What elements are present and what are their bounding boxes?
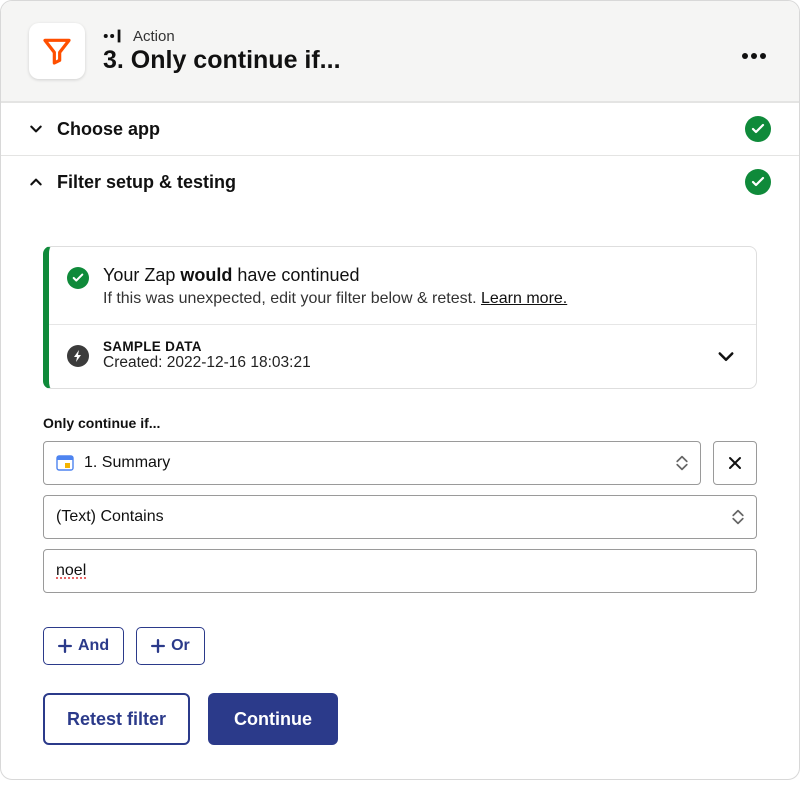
- check-icon: [67, 267, 89, 289]
- status-complete-icon: [745, 169, 771, 195]
- action-editor-panel: Action 3. Only continue if... Choose app: [0, 0, 800, 780]
- sample-data-heading: SAMPLE DATA: [103, 339, 702, 354]
- section-label: Choose app: [57, 119, 733, 140]
- logic-row: And Or: [43, 627, 757, 665]
- plus-icon: [58, 639, 72, 653]
- close-icon: [727, 455, 743, 471]
- chevron-up-icon: [29, 175, 43, 189]
- test-result-subtext: If this was unexpected, edit your filter…: [103, 290, 567, 308]
- sample-data-created: Created: 2022-12-16 18:03:21: [103, 354, 702, 372]
- more-menu-button[interactable]: [737, 31, 771, 71]
- filter-rule: 1. Summary (Text) Contains: [43, 441, 757, 593]
- filter-icon: [41, 35, 73, 67]
- rule-field-label: 1. Summary: [84, 454, 674, 472]
- learn-more-link[interactable]: Learn more.: [481, 290, 567, 307]
- retest-filter-button[interactable]: Retest filter: [43, 693, 190, 745]
- add-or-button[interactable]: Or: [136, 627, 205, 665]
- continue-button[interactable]: Continue: [208, 693, 338, 745]
- rule-operator-label: (Text) Contains: [56, 508, 730, 526]
- action-path-icon: [103, 29, 125, 43]
- stepper-icon: [674, 455, 690, 471]
- test-result-summary: Your Zap would have continued If this wa…: [49, 247, 756, 324]
- header-text: Action 3. Only continue if...: [103, 28, 737, 75]
- section-toggle-choose-app[interactable]: Choose app: [1, 103, 799, 155]
- status-complete-icon: [745, 116, 771, 142]
- step-kicker: Action: [133, 28, 175, 45]
- sample-data-toggle[interactable]: SAMPLE DATA Created: 2022-12-16 18:03:21: [49, 324, 756, 388]
- filter-heading: Only continue if...: [43, 415, 757, 431]
- action-buttons: Retest filter Continue: [43, 693, 757, 745]
- test-result-card: Your Zap would have continued If this wa…: [43, 246, 757, 389]
- plus-icon: [151, 639, 165, 653]
- rule-value-text: noel: [56, 550, 86, 580]
- test-result-title: Your Zap would have continued: [103, 265, 567, 286]
- stepper-icon: [730, 509, 746, 525]
- section-filter-setup: Filter setup & testing Your Zap would ha…: [1, 155, 799, 779]
- app-icon-filter: [29, 23, 85, 79]
- more-icon: [741, 52, 767, 60]
- bolt-icon: [67, 345, 89, 367]
- section-label: Filter setup & testing: [57, 172, 733, 193]
- add-and-button[interactable]: And: [43, 627, 124, 665]
- remove-rule-button[interactable]: [713, 441, 757, 485]
- section-body: Your Zap would have continued If this wa…: [1, 246, 799, 779]
- rule-field-select[interactable]: 1. Summary: [43, 441, 701, 485]
- rule-operator-select[interactable]: (Text) Contains: [43, 495, 757, 539]
- rule-value-input[interactable]: noel: [43, 549, 757, 593]
- section-choose-app: Choose app: [1, 102, 799, 155]
- calendar-source-icon: [56, 454, 74, 472]
- panel-header: Action 3. Only continue if...: [1, 1, 799, 102]
- chevron-down-icon: [716, 346, 736, 366]
- step-title: 3. Only continue if...: [103, 47, 737, 75]
- chevron-down-icon: [29, 122, 43, 136]
- section-toggle-filter-setup[interactable]: Filter setup & testing: [1, 156, 799, 208]
